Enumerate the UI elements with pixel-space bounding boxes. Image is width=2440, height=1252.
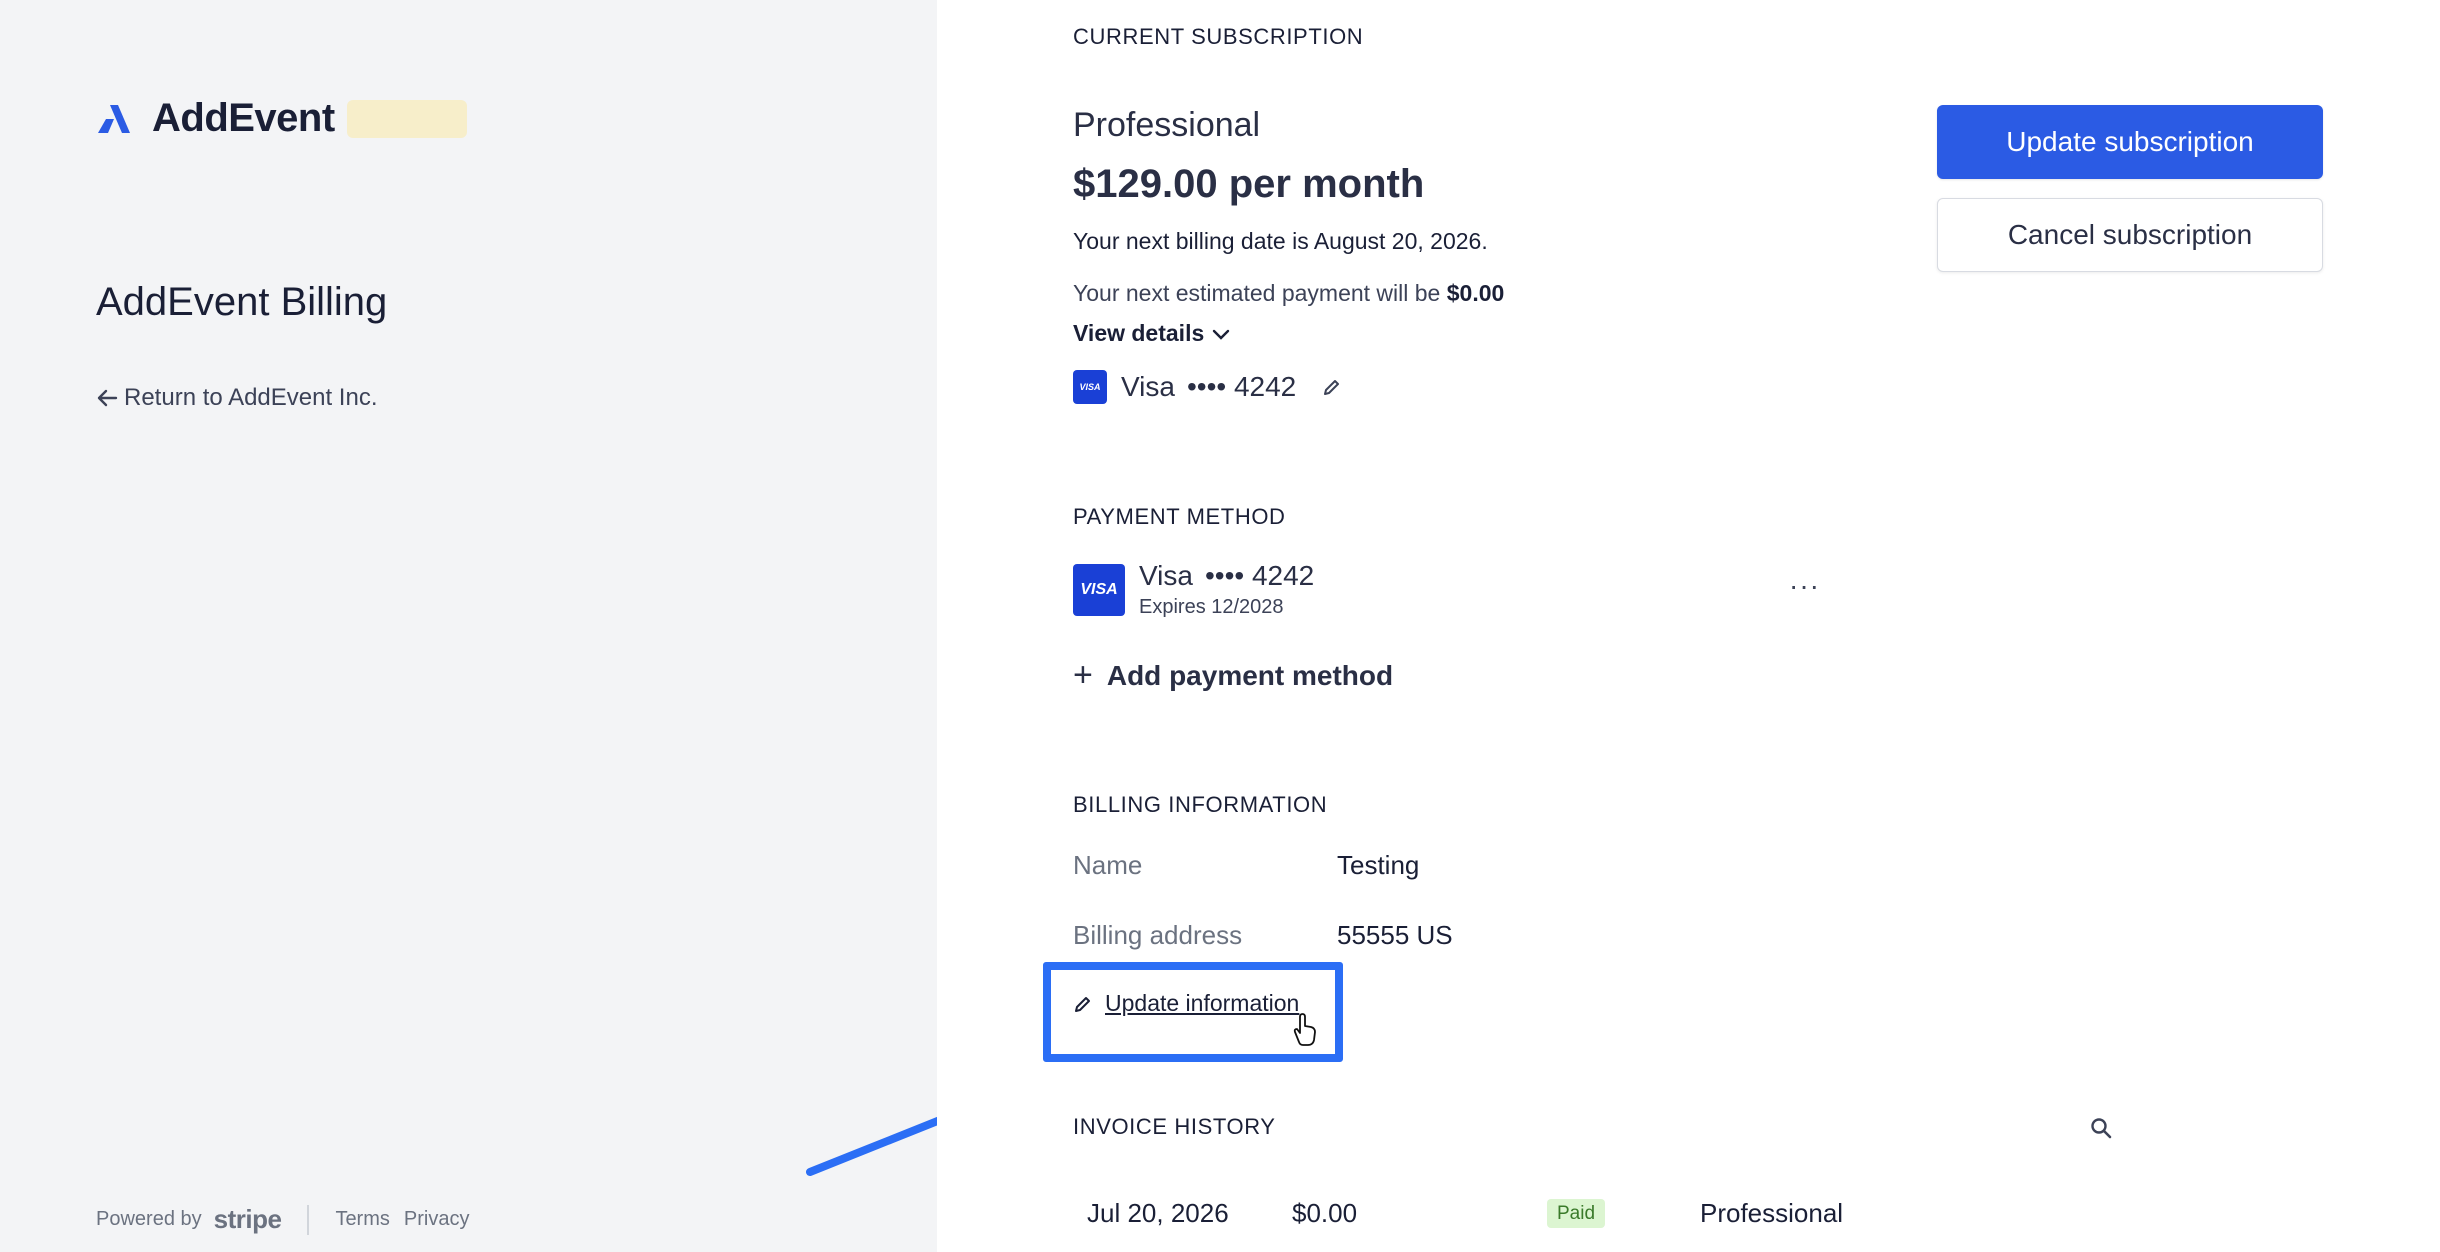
redacted-label	[346, 99, 467, 138]
addevent-logo-icon	[98, 104, 130, 133]
next-payment-amount: $0.00	[1446, 280, 1505, 306]
visa-card-icon: VISA	[1073, 563, 1125, 616]
more-options-icon[interactable]: ···	[1789, 570, 1820, 602]
payment-card-brand: Visa	[1139, 560, 1193, 591]
view-details-toggle[interactable]: View details	[1073, 320, 1232, 347]
search-icon[interactable]	[2089, 1116, 2113, 1140]
invoice-plan: Professional	[1700, 1198, 1844, 1228]
payment-card-number: •••• 4242	[1204, 560, 1315, 591]
left-panel: AddEvent AddEvent Billing Return to AddE…	[0, 0, 1050, 1252]
subscription-card-number: •••• 4242	[1186, 371, 1297, 402]
table-row[interactable]: Jul 20, 2026 $0.00 Paid Professional	[1087, 1198, 2287, 1229]
update-subscription-button[interactable]: Update subscription	[1937, 105, 2323, 179]
payment-card-expiry: Expires 12/2028	[1139, 596, 1284, 618]
chevron-down-icon	[1213, 329, 1230, 340]
page-title: AddEvent Billing	[96, 280, 388, 324]
footer-divider	[307, 1204, 310, 1235]
stripe-logo[interactable]: stripe	[214, 1204, 282, 1235]
return-link-label: Return to AddEvent Inc.	[124, 384, 378, 411]
subscription-card: VISA Visa •••• 4242	[1073, 370, 1342, 404]
cancel-subscription-button[interactable]: Cancel subscription	[1937, 198, 2323, 272]
payment-card: VISA Visa •••• 4242 Expires 12/2028	[1073, 560, 1314, 619]
next-payment-text: Your next estimated payment will be $0.0…	[1073, 280, 1504, 307]
name-label: Name	[1073, 850, 1143, 880]
brand: AddEvent	[96, 96, 467, 141]
plan-price: $129.00 per month	[1073, 162, 1425, 206]
terms-link[interactable]: Terms	[335, 1208, 389, 1231]
invoice-date: Jul 20, 2026	[1087, 1198, 1229, 1228]
invoice-history-heading: INVOICE HISTORY	[1073, 1114, 1276, 1139]
name-value: Testing	[1337, 850, 1420, 880]
next-payment-prefix: Your next estimated payment will be	[1073, 280, 1441, 306]
view-details-label: View details	[1073, 320, 1205, 346]
billing-address-label: Billing address	[1073, 920, 1243, 950]
invoice-status-cell: Paid	[1547, 1198, 1700, 1228]
powered-by-label: Powered by	[96, 1208, 202, 1230]
main-panel: CURRENT SUBSCRIPTION Professional $129.0…	[937, 0, 2440, 1252]
pencil-icon[interactable]	[1322, 377, 1342, 397]
footer: Powered by stripe Terms Privacy	[96, 1204, 483, 1235]
billing-address-value: 55555 US	[1337, 920, 1453, 950]
status-badge: Paid	[1547, 1198, 1606, 1228]
billing-portal-page: AddEvent AddEvent Billing Return to AddE…	[0, 0, 2440, 1252]
plus-icon: +	[1073, 656, 1093, 694]
plan-name: Professional	[1073, 106, 1261, 144]
return-link[interactable]: Return to AddEvent Inc.	[96, 384, 378, 412]
billing-information-heading: BILLING INFORMATION	[1073, 792, 1328, 817]
annotation-highlight-box	[1043, 962, 1343, 1062]
visa-card-icon: VISA	[1073, 370, 1107, 404]
add-payment-method-label: Add payment method	[1106, 659, 1394, 691]
brand-name: AddEvent	[152, 96, 335, 140]
invoice-amount: $0.00	[1292, 1198, 1358, 1228]
payment-method-heading: PAYMENT METHOD	[1073, 504, 1286, 529]
next-billing-date: Your next billing date is August 20, 202…	[1073, 228, 1488, 254]
add-payment-method-button[interactable]: + Add payment method	[1073, 656, 1393, 695]
payment-card-details: Visa •••• 4242 Expires 12/2028	[1139, 560, 1314, 619]
current-subscription-heading: CURRENT SUBSCRIPTION	[1073, 24, 1364, 49]
privacy-link[interactable]: Privacy	[404, 1208, 470, 1231]
subscription-card-brand: Visa	[1121, 371, 1175, 402]
arrow-left-icon	[97, 389, 118, 407]
